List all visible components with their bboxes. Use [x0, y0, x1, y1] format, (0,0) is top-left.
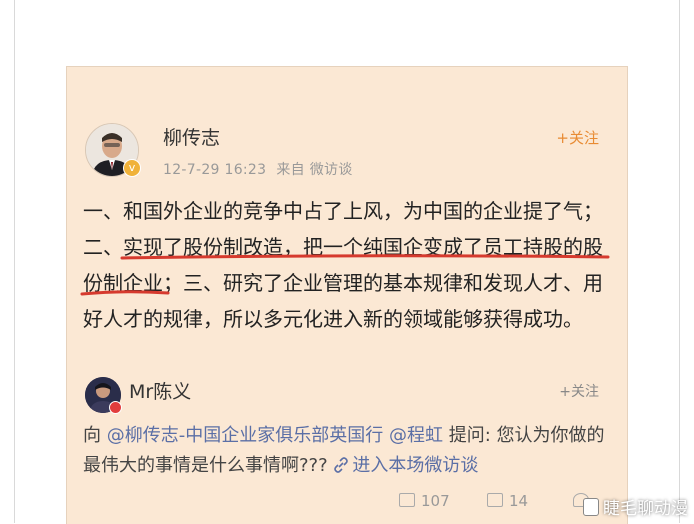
post-meta: 12-7-29 16:23 来自 微访谈: [163, 159, 363, 179]
comment-stat[interactable]: 14: [487, 492, 528, 510]
verified-v-icon: v: [123, 159, 141, 177]
watermark-logo-icon: [583, 497, 599, 516]
post-content: 一、和国外企业的竞争中占了上风，为中国的企业提了气；二、实现了股份制改造，把一个…: [83, 193, 613, 337]
reply-avatar-badge: [109, 401, 122, 414]
comment-icon: [487, 493, 503, 507]
post-author-name[interactable]: 柳传志: [163, 123, 220, 150]
weibo-card: v 柳传志 12-7-29 16:23 来自 微访谈 +关注 一、和国外企业的竞争…: [66, 66, 628, 524]
interview-link[interactable]: 进入本场微访谈: [333, 455, 478, 476]
repost-icon: [399, 493, 415, 507]
page-border-left: [14, 0, 15, 523]
watermark: 睫毛聊动漫: [583, 494, 688, 519]
watermark-text: 睫毛聊动漫: [603, 499, 688, 519]
repost-count: 107: [421, 492, 450, 510]
reply-follow-button[interactable]: +关注: [559, 381, 599, 401]
comment-count: 14: [509, 492, 529, 510]
interview-link-label: 进入本场微访谈: [352, 455, 479, 476]
reply-content: 向 @柳传志-中国企业家俱乐部英国行 @程虹 提问: 您认为你做的最伟大的事情是…: [83, 421, 613, 481]
repost-stat[interactable]: 107: [399, 492, 450, 510]
follow-button[interactable]: +关注: [556, 127, 599, 148]
reply-prefix: 向: [83, 425, 107, 446]
mention-link-2[interactable]: @程虹: [389, 425, 443, 446]
page-border-right: [679, 0, 680, 523]
mention-link-1[interactable]: @柳传志-中国企业家俱乐部英国行: [107, 425, 384, 446]
reply-author-name[interactable]: Mr陈义: [129, 377, 191, 404]
link-icon: [334, 457, 349, 473]
post-time: 12-7-29 16:23: [163, 162, 267, 178]
post-source[interactable]: 来自 微访谈: [276, 162, 352, 178]
